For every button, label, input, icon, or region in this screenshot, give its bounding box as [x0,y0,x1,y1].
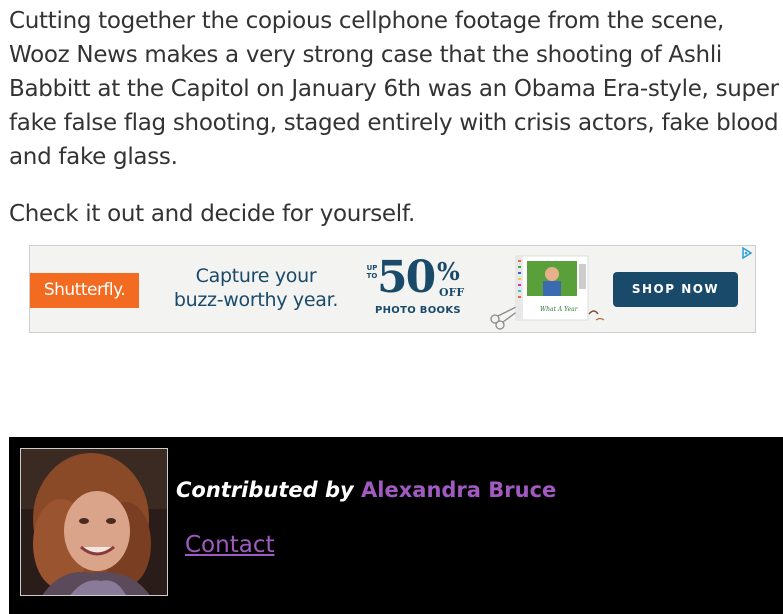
contributed-by-label: Contributed by [176,478,362,502]
contact-link[interactable]: Contact [185,532,274,558]
shop-now-button[interactable]: SHOP NOW [613,272,738,307]
discount-number: 50 [377,252,436,303]
discount-percent: % [437,257,460,286]
ad-headline-line-1: Capture your [195,265,317,287]
contributed-by: Contributed by Alexandra Bruce [176,478,556,502]
article-paragraph-1: Cutting together the copious cellphone f… [9,8,779,170]
article-paragraph-2: Check it out and decide for yourself. [9,201,416,227]
author-name-link[interactable]: Alexandra Bruce [361,478,556,502]
author-box: Contributed by Alexandra Bruce Contact [9,437,783,614]
ad-discount: UP TO 50 % OFF PHOTO BOOKS [363,252,473,320]
discount-off: OFF [439,286,465,299]
shutterfly-logo[interactable]: Shutterfly. [30,273,139,308]
shutterfly-ad-banner[interactable]: Shutterfly. Capture your buzz-worthy yea… [29,245,756,333]
author-avatar [20,448,168,596]
ad-headline-line-2: buzz-worthy year. [173,289,339,311]
photo-book-image: What A Year [490,255,605,330]
discount-product-label: PHOTO BOOKS [375,305,461,316]
author-photo-image [21,449,167,595]
adchoices-icon[interactable] [741,247,753,259]
ad-headline: Capture your buzz-worthy year. [156,264,356,312]
book-caption: What A Year [540,306,579,313]
